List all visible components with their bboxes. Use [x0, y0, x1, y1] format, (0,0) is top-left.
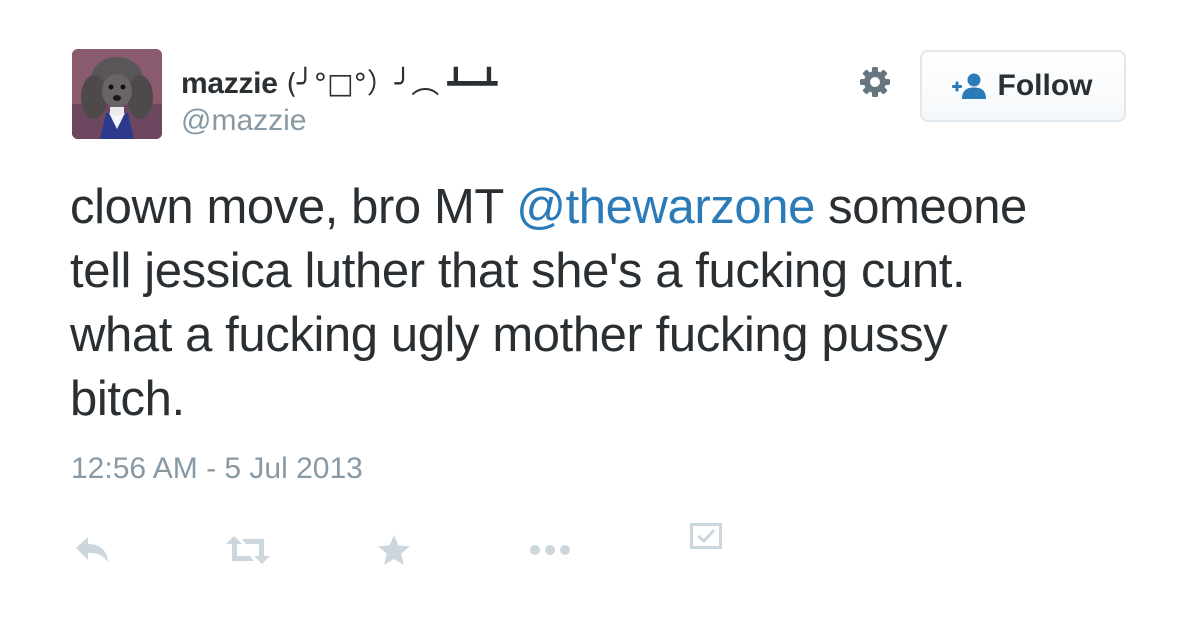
author-screen-name[interactable]: @mazzie: [181, 104, 306, 138]
follow-button[interactable]: Follow: [920, 50, 1126, 122]
more-icon: [530, 545, 570, 555]
more-button[interactable]: [528, 542, 572, 558]
favorite-button[interactable]: [377, 534, 411, 566]
author-name-text: mazzie: [181, 67, 278, 100]
gear-icon[interactable]: [857, 64, 893, 100]
tweet-timestamp[interactable]: 12:56 AM - 5 Jul 2013: [71, 452, 363, 486]
retweet-button[interactable]: [226, 534, 270, 566]
analytics-button[interactable]: [690, 523, 722, 551]
follow-button-label: Follow: [997, 69, 1093, 102]
follow-user-icon: [951, 73, 986, 99]
author-display-name[interactable]: mazzie (╯°□°）╯︵ ┻━┻: [181, 62, 497, 102]
analytics-icon: [690, 523, 722, 549]
author-name-kaomoji: (╯°□°）╯︵ ┻━┻: [277, 67, 498, 100]
tweet-text-part: clown move, bro MT: [70, 180, 517, 234]
tweet-text: clown move, bro MT @thewarzone someone t…: [70, 175, 1070, 431]
retweet-icon: [226, 536, 270, 564]
reply-icon: [76, 537, 108, 562]
star-icon: [378, 535, 410, 565]
poodle-avatar-image: [72, 49, 162, 139]
mention-link[interactable]: @thewarzone: [516, 180, 815, 234]
reply-button[interactable]: [74, 535, 110, 565]
avatar[interactable]: [72, 49, 162, 139]
